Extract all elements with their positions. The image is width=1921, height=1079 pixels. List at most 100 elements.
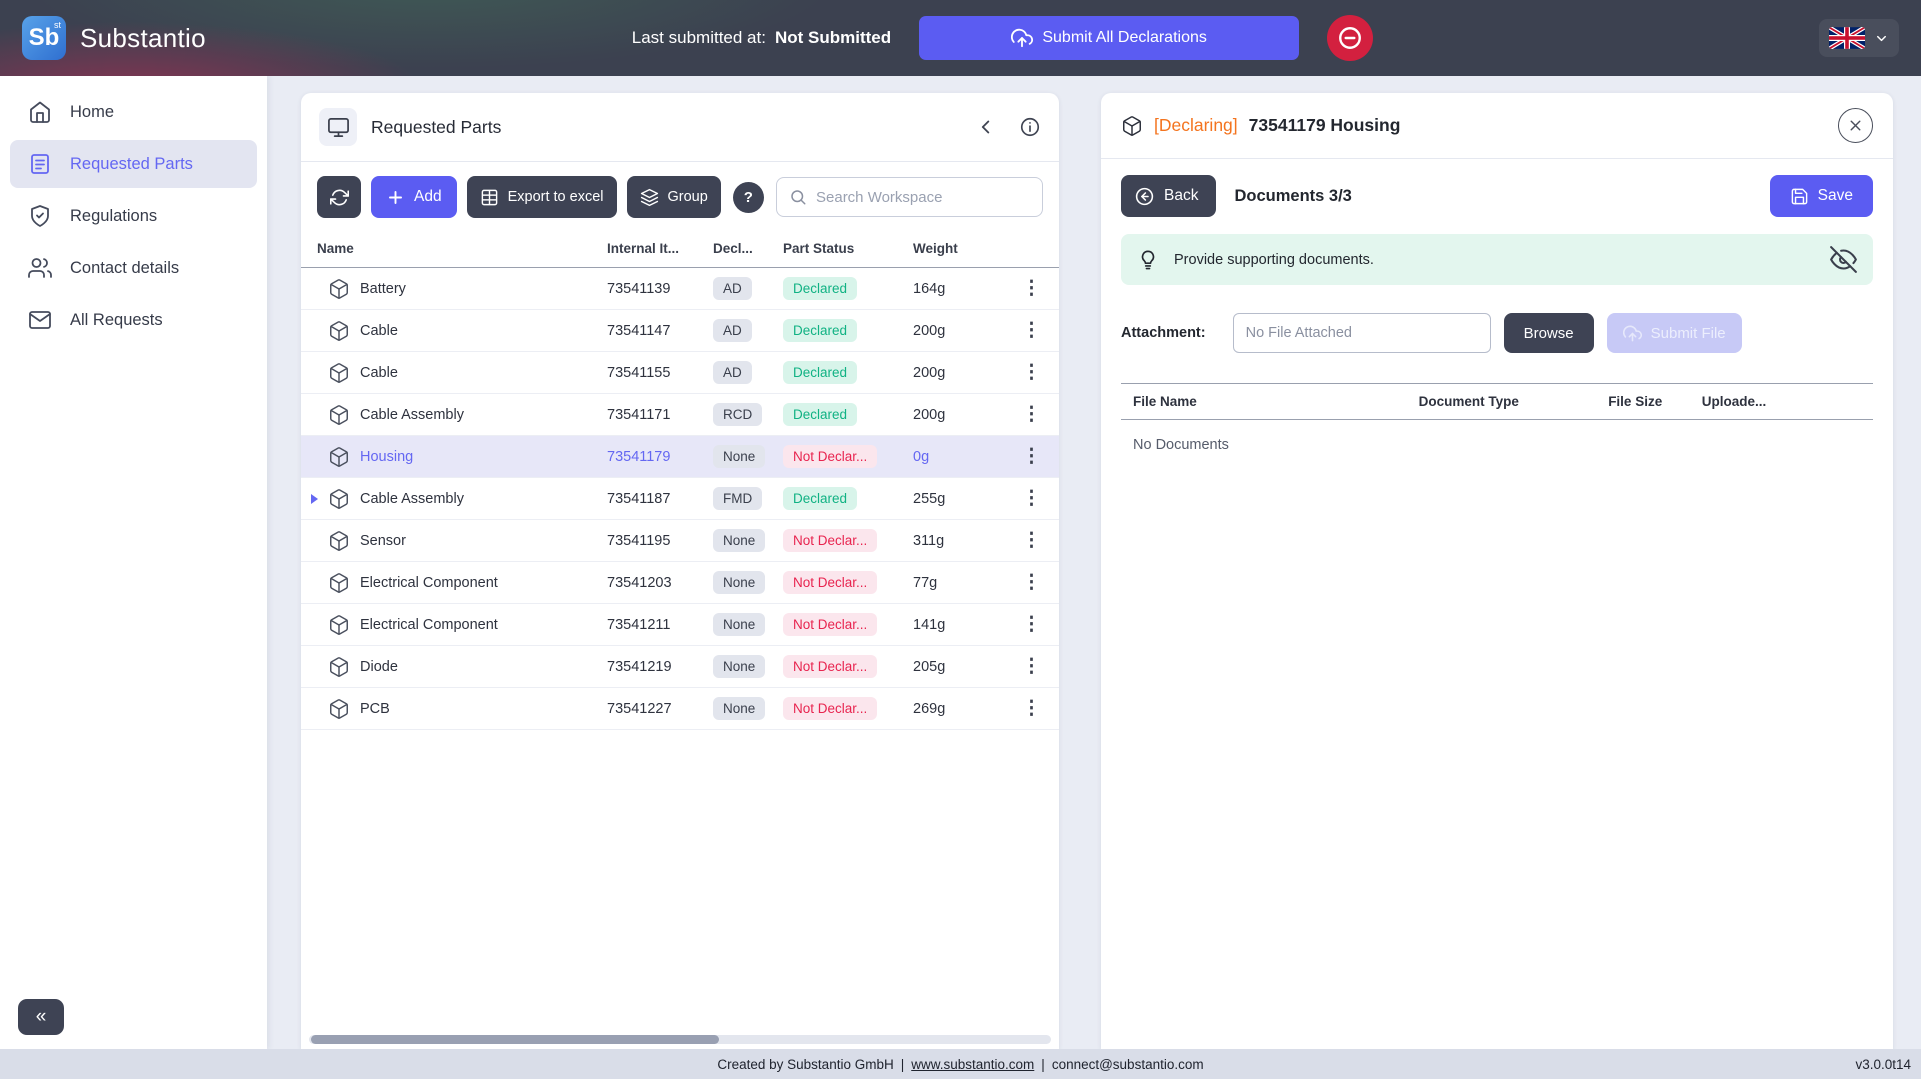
sidebar-item-label: Contact details	[70, 258, 180, 277]
parts-panel-title: Requested Parts	[371, 116, 502, 137]
attachment-file-input[interactable]	[1232, 313, 1491, 353]
export-to-excel-button[interactable]: Export to excel	[466, 176, 617, 218]
submit-file-label: Submit File	[1650, 324, 1726, 342]
table-row[interactable]: Housing 73541179 None Not Declar... 0g ⋮	[301, 436, 1059, 478]
table-row[interactable]: Cable Assembly 73541187 FMD Declared 255…	[301, 478, 1059, 520]
browse-button[interactable]: Browse	[1503, 313, 1594, 353]
app-name: Substantio	[80, 22, 206, 53]
part-internal-item: 73541227	[607, 700, 672, 717]
part-status-badge: Not Declar...	[783, 445, 878, 468]
row-menu-button[interactable]: ⋮	[1014, 361, 1049, 384]
part-internal-item: 73541219	[607, 658, 672, 675]
cube-icon	[328, 530, 350, 552]
hint-text: Provide supporting documents.	[1174, 251, 1374, 268]
horizontal-scrollbar[interactable]	[309, 1035, 1051, 1044]
cube-icon	[328, 446, 350, 468]
column-file-name: File Name	[1133, 394, 1197, 409]
footer-separator: |	[1041, 1056, 1045, 1072]
table-row[interactable]: Battery 73541139 AD Declared 164g ⋮	[301, 268, 1059, 310]
scrollbar-thumb[interactable]	[311, 1035, 720, 1044]
part-name-cell: Electrical Component	[317, 572, 607, 594]
part-name: Electrical Component	[360, 574, 498, 591]
sidebar-item-all-requests[interactable]: All Requests	[10, 296, 257, 344]
part-weight: 311g	[913, 532, 945, 549]
parts-table-body: Battery 73541139 AD Declared 164g ⋮ Cabl…	[301, 268, 1059, 1049]
main-area: Requested Parts Add Export to excel Grou…	[267, 76, 1921, 1049]
expand-arrow-icon[interactable]	[311, 493, 318, 504]
row-menu-button[interactable]: ⋮	[1014, 571, 1049, 594]
part-status-badge: Declared	[783, 319, 858, 342]
save-button-label: Save	[1817, 187, 1853, 204]
part-name: Cable	[360, 322, 398, 339]
row-menu-button[interactable]: ⋮	[1014, 277, 1049, 300]
table-row[interactable]: Cable 73541155 AD Declared 200g ⋮	[301, 352, 1059, 394]
users-icon	[28, 256, 52, 280]
sidebar-item-contact-details[interactable]: Contact details	[10, 244, 257, 292]
hide-hint-button[interactable]	[1830, 246, 1857, 273]
export-button-label: Export to excel	[507, 189, 604, 205]
column-weight: Weight	[913, 241, 958, 256]
row-menu-button[interactable]: ⋮	[1014, 487, 1049, 510]
part-decl-badge: FMD	[713, 487, 763, 510]
search-input[interactable]	[816, 188, 1030, 206]
table-row[interactable]: Cable Assembly 73541171 RCD Declared 200…	[301, 394, 1059, 436]
layers-icon	[640, 188, 659, 207]
requested-parts-icon	[28, 152, 52, 176]
refresh-button[interactable]	[317, 176, 361, 218]
row-menu-button[interactable]: ⋮	[1014, 697, 1049, 720]
submit-all-declarations-button[interactable]: Submit All Declarations	[919, 16, 1300, 60]
app-window: Sb st Substantio Last submitted at: Not S…	[0, 0, 1921, 1079]
footer: Created by Substantio GmbH | www.substan…	[0, 1049, 1921, 1079]
sidebar-item-requested-parts[interactable]: Requested Parts	[10, 140, 257, 188]
sidebar-item-regulations[interactable]: Regulations	[10, 192, 257, 240]
help-button[interactable]: ?	[732, 181, 764, 213]
chevron-left-icon[interactable]	[975, 116, 997, 138]
submit-file-button[interactable]: Submit File	[1606, 313, 1742, 353]
part-name-cell: Cable Assembly	[317, 404, 607, 426]
table-row[interactable]: Sensor 73541195 None Not Declar... 311g …	[301, 520, 1059, 562]
last-submitted-status: Last submitted at: Not Submitted	[632, 28, 891, 48]
row-menu-button[interactable]: ⋮	[1014, 655, 1049, 678]
part-weight: 141g	[913, 616, 946, 633]
stop-submission-button[interactable]	[1327, 15, 1374, 61]
no-documents-message: No Documents	[1133, 437, 1229, 453]
table-row[interactable]: Electrical Component 73541203 None Not D…	[301, 562, 1059, 604]
sidebar-collapse-button[interactable]: «	[18, 999, 64, 1035]
part-name: Housing	[360, 448, 414, 465]
footer-website-link[interactable]: www.substantio.com	[911, 1057, 1034, 1072]
close-details-button[interactable]	[1838, 108, 1873, 143]
row-menu-button[interactable]: ⋮	[1014, 319, 1049, 342]
lightbulb-icon	[1137, 249, 1159, 271]
part-weight: 200g	[913, 406, 946, 423]
column-file-size: File Size	[1608, 394, 1663, 409]
plus-icon	[386, 188, 405, 207]
part-internal-item: 73541139	[607, 280, 671, 297]
details-controls: Back Documents 3/3 Save	[1101, 159, 1893, 217]
content-area: Home Requested Parts Regulations Contact…	[0, 76, 1921, 1049]
group-button[interactable]: Group	[626, 176, 721, 218]
row-menu-button[interactable]: ⋮	[1014, 529, 1049, 552]
column-name: Name	[317, 241, 354, 256]
add-button[interactable]: Add	[371, 176, 457, 218]
row-menu-button[interactable]: ⋮	[1014, 445, 1049, 468]
part-internal-item: 73541147	[607, 322, 671, 339]
part-weight: 0g	[913, 448, 930, 465]
table-row[interactable]: Diode 73541219 None Not Declar... 205g ⋮	[301, 646, 1059, 688]
row-menu-button[interactable]: ⋮	[1014, 403, 1049, 426]
table-row[interactable]: PCB 73541227 None Not Declar... 269g ⋮	[301, 688, 1059, 730]
back-button[interactable]: Back	[1121, 175, 1217, 217]
part-weight: 269g	[913, 700, 946, 717]
info-icon[interactable]	[1019, 116, 1041, 138]
table-row[interactable]: Electrical Component 73541211 None Not D…	[301, 604, 1059, 646]
part-decl-badge: None	[713, 445, 766, 468]
home-icon	[28, 100, 52, 124]
last-submitted-value: Not Submitted	[774, 28, 892, 47]
part-decl-badge: None	[713, 613, 766, 636]
sidebar-item-label: Home	[70, 102, 115, 121]
part-name-cell: Electrical Component	[317, 614, 607, 636]
language-selector[interactable]	[1819, 19, 1899, 57]
save-button[interactable]: Save	[1769, 175, 1873, 217]
row-menu-button[interactable]: ⋮	[1014, 613, 1049, 636]
sidebar-item-home[interactable]: Home	[10, 88, 257, 136]
table-row[interactable]: Cable 73541147 AD Declared 200g ⋮	[301, 310, 1059, 352]
